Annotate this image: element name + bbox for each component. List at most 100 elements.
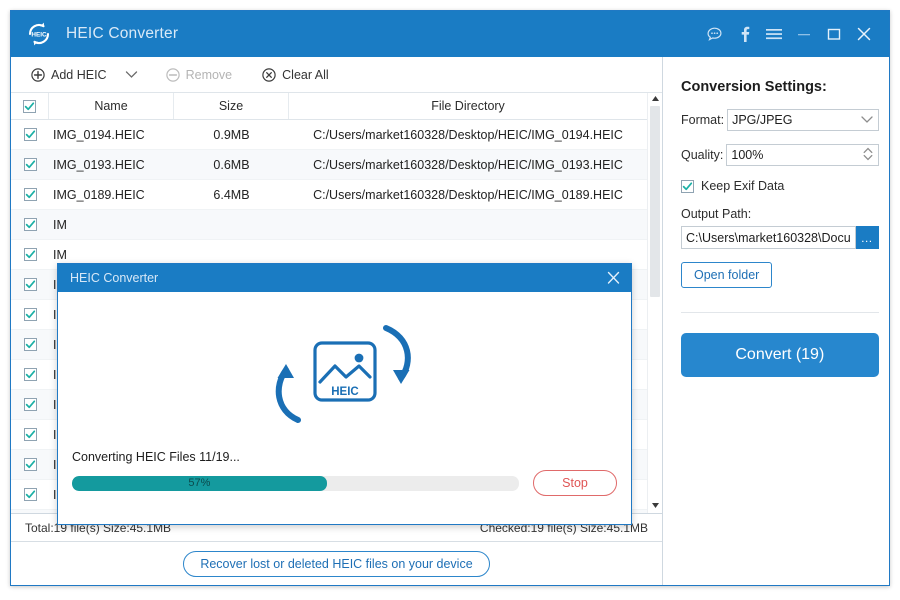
chevron-down-icon (125, 66, 138, 84)
x-circle-icon (262, 68, 276, 82)
clear-all-label: Clear All (282, 68, 329, 82)
scrollbar-track[interactable] (648, 104, 662, 502)
output-path-row: C:\Users\market160328\Docu … (681, 226, 879, 249)
file-list-pane: Add HEIC (11, 57, 663, 585)
output-path-label: Output Path: (681, 207, 879, 221)
feedback-icon[interactable] (699, 19, 729, 49)
row-checkbox[interactable] (11, 188, 49, 201)
checkbox-icon (24, 458, 37, 471)
row-checkbox[interactable] (11, 218, 49, 231)
add-heic-button[interactable]: Add HEIC (25, 66, 113, 84)
facebook-icon[interactable] (729, 19, 759, 49)
checkbox-icon (24, 398, 37, 411)
row-checkbox[interactable] (11, 158, 49, 171)
select-all-checkbox[interactable] (11, 93, 49, 119)
progress-percent-label: 57% (72, 476, 327, 491)
table-row[interactable]: IMG_0194.HEIC0.9MBC:/Users/market160328/… (11, 120, 647, 150)
row-checkbox[interactable] (11, 368, 49, 381)
table-row[interactable]: IMG_0189.HEIC6.4MBC:/Users/market160328/… (11, 180, 647, 210)
file-list-scrollbar[interactable] (647, 93, 662, 513)
scrollbar-thumb[interactable] (650, 106, 660, 297)
table-row[interactable]: IM (11, 210, 647, 240)
row-file-directory: C:/Users/market160328/Desktop/HEIC/IMG_0… (289, 188, 647, 202)
maximize-icon[interactable] (819, 19, 849, 49)
quality-field-row: Quality: 100% (681, 144, 879, 166)
row-checkbox[interactable] (11, 248, 49, 261)
heic-convert-illustration-icon: HEIC (72, 292, 617, 428)
progress-bar: 57% (72, 476, 519, 491)
table-row[interactable]: IMG_0193.HEIC0.6MBC:/Users/market160328/… (11, 150, 647, 180)
checkbox-icon (24, 248, 37, 261)
row-file-directory: C:/Users/market160328/Desktop/HEIC/IMG_0… (289, 128, 647, 142)
open-folder-button[interactable]: Open folder (681, 262, 772, 288)
remove-label: Remove (186, 68, 233, 82)
minus-circle-icon (166, 68, 180, 82)
row-checkbox[interactable] (11, 488, 49, 501)
quality-label: Quality: (681, 148, 723, 162)
convert-button[interactable]: Convert (19) (681, 333, 879, 377)
checkbox-icon (24, 128, 37, 141)
row-file-name: IMG_0194.HEIC (49, 128, 174, 142)
close-icon[interactable] (849, 19, 879, 49)
column-header-directory[interactable]: File Directory (289, 93, 647, 119)
checkbox-icon (24, 488, 37, 501)
footer-bar: Recover lost or deleted HEIC files on yo… (11, 541, 662, 585)
dialog-close-icon[interactable] (604, 269, 623, 287)
chevron-down-icon (860, 113, 874, 127)
row-checkbox[interactable] (11, 338, 49, 351)
keep-exif-label: Keep Exif Data (701, 179, 784, 193)
row-file-size: 0.9MB (174, 128, 289, 142)
file-toolbar: Add HEIC (11, 57, 662, 93)
output-path-input[interactable]: C:\Users\market160328\Docu (681, 226, 856, 249)
dialog-title-bar: HEIC Converter (58, 264, 631, 292)
dialog-body: HEIC Converting HEIC Files 11/19... 57% … (58, 292, 631, 524)
plus-circle-icon (31, 68, 45, 82)
progress-label: Converting HEIC Files 11/19... (72, 450, 617, 464)
row-checkbox[interactable] (11, 458, 49, 471)
format-value: JPG/JPEG (732, 113, 860, 127)
stop-button[interactable]: Stop (533, 470, 617, 496)
row-file-size: 0.6MB (174, 158, 289, 172)
browse-folder-button[interactable]: … (856, 226, 879, 249)
checkbox-icon (24, 368, 37, 381)
checkbox-icon (23, 100, 36, 113)
caret-up-icon[interactable] (651, 95, 660, 104)
row-file-directory: C:/Users/market160328/Desktop/HEIC/IMG_0… (289, 158, 647, 172)
table-header-row: Name Size File Directory (11, 93, 647, 120)
checkbox-icon (24, 338, 37, 351)
row-checkbox[interactable] (11, 128, 49, 141)
remove-button[interactable]: Remove (160, 66, 239, 84)
row-checkbox[interactable] (11, 428, 49, 441)
row-checkbox[interactable] (11, 308, 49, 321)
conversion-settings-pane: Conversion Settings: Format: JPG/JPEG Qu… (663, 57, 897, 585)
illustration-heic-label: HEIC (331, 386, 358, 398)
column-header-name[interactable]: Name (49, 93, 174, 119)
minimize-icon[interactable] (789, 19, 819, 49)
keep-exif-row[interactable]: Keep Exif Data (681, 179, 879, 193)
svg-text:HEIC: HEIC (31, 32, 47, 39)
format-field-row: Format: JPG/JPEG (681, 109, 879, 131)
row-checkbox[interactable] (11, 278, 49, 291)
checkbox-icon (24, 428, 37, 441)
checkbox-icon (24, 188, 37, 201)
settings-title: Conversion Settings: (681, 79, 879, 95)
recover-files-button[interactable]: Recover lost or deleted HEIC files on yo… (183, 551, 489, 577)
format-select[interactable]: JPG/JPEG (727, 109, 879, 131)
row-file-name: IM (49, 218, 174, 232)
clear-all-button[interactable]: Clear All (256, 66, 335, 84)
add-heic-label: Add HEIC (51, 68, 107, 82)
checkbox-icon (24, 278, 37, 291)
title-bar: HEIC HEIC Converter (11, 11, 889, 57)
row-file-name: IMG_0189.HEIC (49, 188, 174, 202)
row-checkbox[interactable] (11, 398, 49, 411)
keep-exif-checkbox[interactable] (681, 180, 694, 193)
checkbox-icon (24, 158, 37, 171)
quality-stepper[interactable]: 100% (726, 144, 878, 166)
row-file-name: IMG_0193.HEIC (49, 158, 174, 172)
caret-down-icon[interactable] (651, 502, 660, 511)
dialog-title: HEIC Converter (70, 271, 604, 285)
menu-icon[interactable] (759, 19, 789, 49)
spinner-updown-icon (862, 146, 874, 165)
column-header-size[interactable]: Size (174, 93, 289, 119)
add-heic-dropdown[interactable] (113, 64, 150, 86)
